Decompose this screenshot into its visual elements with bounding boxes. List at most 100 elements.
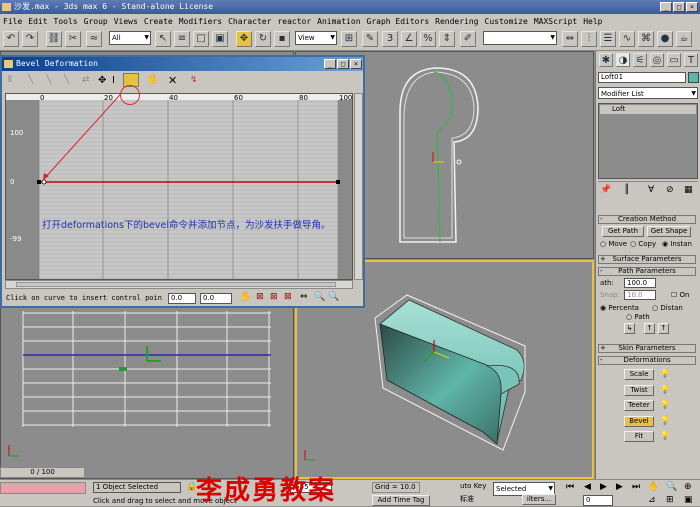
fit-toggle-icon[interactable]: 💡 — [660, 431, 670, 440]
previous-shape-icon[interactable]: ↑ — [644, 323, 655, 334]
twist-toggle-icon[interactable]: 💡 — [660, 385, 670, 394]
undo-icon[interactable]: ↶ — [3, 31, 19, 47]
rollout-deformations[interactable]: - Deformations — [598, 356, 696, 365]
zoom-vertical-icon[interactable]: ⊠ — [284, 292, 292, 302]
select-link-icon[interactable]: ⛓ — [46, 31, 62, 47]
teeter-deform-button[interactable]: Teeter — [624, 400, 654, 411]
pan-icon[interactable]: ✋ — [240, 292, 251, 302]
field-of-view-icon[interactable]: ⊿ — [648, 495, 656, 505]
menu-character[interactable]: Character — [228, 17, 271, 26]
maxscript-listener-mini[interactable] — [0, 482, 86, 494]
modify-tab-icon[interactable]: ◑ — [616, 53, 630, 67]
object-name-field[interactable]: Loft01 — [598, 72, 686, 83]
select-and-move-icon[interactable]: ✥ — [236, 31, 252, 47]
edit-bevel-icon[interactable]: ↯ — [190, 75, 198, 85]
mirror-icon[interactable]: ⇔ — [562, 31, 578, 47]
bevel-close-button[interactable]: × — [350, 59, 362, 69]
scale-deform-button[interactable]: Scale — [624, 369, 654, 380]
menu-help[interactable]: Help — [583, 17, 602, 26]
key-filters-button[interactable]: ilters... — [522, 494, 556, 505]
zoom-horizontal-extents-icon[interactable]: ⇔ — [300, 292, 308, 302]
auto-key-button[interactable]: uto Key — [460, 482, 486, 490]
modifier-list-dropdown[interactable]: Modifier List — [598, 87, 698, 100]
menu-views[interactable]: Views — [114, 17, 138, 26]
redo-icon[interactable]: ↷ — [22, 31, 38, 47]
menu-file[interactable]: File — [3, 17, 22, 26]
go-to-start-icon[interactable]: ⏮ — [566, 482, 574, 492]
swap-curves-icon[interactable]: ⇄ — [82, 75, 90, 85]
time-slider[interactable]: 0 / 100 — [0, 467, 85, 478]
move-control-point-icon[interactable]: ✥ — [98, 75, 106, 86]
delete-control-point-icon[interactable]: 🖐 — [147, 75, 158, 85]
radio-distance[interactable]: ○ Distan — [652, 304, 683, 312]
rollout-creation-method[interactable]: - Creation Method — [598, 215, 696, 224]
object-color-swatch[interactable] — [688, 72, 699, 83]
zoom-region-icon[interactable]: 🔍 — [328, 292, 339, 302]
fit-deform-button[interactable]: Fit — [624, 431, 654, 442]
make-unique-icon[interactable]: ∀ — [648, 185, 654, 195]
menu-maxscript[interactable]: MAXScript — [534, 17, 577, 26]
radio-move[interactable]: ○ Move — [600, 240, 627, 248]
select-and-scale-icon[interactable]: ▪ — [274, 31, 290, 47]
radio-copy[interactable]: ○ Copy — [630, 240, 656, 248]
point-x-field[interactable]: 0.0 — [168, 293, 196, 304]
menu-edit[interactable]: Edit — [28, 17, 47, 26]
teeter-toggle-icon[interactable]: 💡 — [660, 400, 670, 409]
scale-toggle-icon[interactable]: 💡 — [660, 369, 670, 378]
stack-item-loft[interactable]: Loft — [600, 105, 696, 114]
menu-group[interactable]: Group — [84, 17, 108, 26]
next-frame-icon[interactable]: ▶ — [616, 482, 623, 492]
curve-editor-icon[interactable]: ∿ — [619, 31, 635, 47]
zoom-horizontal-icon[interactable]: ⊠ — [270, 292, 278, 302]
scale-control-point-icon[interactable]: I — [112, 75, 115, 86]
add-time-tag-button[interactable]: Add Time Tag — [372, 495, 430, 506]
named-selection-dropdown[interactable] — [483, 31, 557, 45]
material-editor-icon[interactable]: ● — [657, 31, 673, 47]
bevel-toggle-icon[interactable]: 💡 — [660, 416, 670, 425]
path-value-field[interactable]: 100.0 — [624, 278, 656, 288]
bevel-maximize-button[interactable]: □ — [337, 59, 349, 69]
rollout-path-parameters[interactable]: - Path Parameters — [598, 267, 696, 276]
reset-curve-icon[interactable]: ✕ — [168, 74, 177, 87]
reference-coordinate-dropdown[interactable]: View — [295, 31, 337, 45]
create-tab-icon[interactable]: ✱ — [599, 53, 613, 67]
twist-deform-button[interactable]: Twist — [624, 385, 654, 396]
zoom-icon[interactable]: 🔍 — [314, 292, 325, 302]
menu-customize[interactable]: Customize — [485, 17, 528, 26]
select-by-name-icon[interactable]: ≡ — [174, 31, 190, 47]
bind-space-warp-icon[interactable]: ≈ — [86, 31, 102, 47]
layer-manager-icon[interactable]: ☰ — [600, 31, 616, 47]
snap-on-checkbox[interactable]: ☐ On — [671, 291, 689, 299]
select-and-rotate-icon[interactable]: ↻ — [255, 31, 271, 47]
angle-snap-icon[interactable]: ∠ — [401, 31, 417, 47]
display-y-axis-icon[interactable]: ╲ — [46, 75, 51, 85]
bevel-deform-button[interactable]: Bevel — [624, 416, 654, 427]
rectangular-selection-icon[interactable]: □ — [193, 31, 209, 47]
show-end-result-icon[interactable]: ║ — [624, 185, 629, 195]
rollout-surface-parameters[interactable]: + Surface Parameters — [598, 255, 696, 264]
current-frame-field[interactable]: 0 — [583, 495, 613, 506]
radio-percentage[interactable]: ◉ Percenta — [600, 304, 639, 312]
minimize-button[interactable]: _ — [660, 2, 672, 12]
pin-stack-icon[interactable]: 📌 — [600, 185, 611, 195]
display-tab-icon[interactable]: ▭ — [667, 53, 681, 67]
display-x-axis-icon[interactable]: ╲ — [28, 75, 33, 85]
snap-value-field[interactable]: 10.0 — [624, 290, 656, 300]
configure-sets-icon[interactable]: ▦ — [684, 185, 693, 195]
close-button[interactable]: × — [686, 2, 698, 12]
get-path-button[interactable]: Get Path — [602, 226, 644, 237]
radio-path-steps[interactable]: ○ Path — [626, 313, 650, 321]
graph-vscrollbar[interactable] — [354, 93, 363, 280]
rollout-skin-parameters[interactable]: + Skin Parameters — [598, 344, 696, 353]
graph-hscrollbar[interactable] — [5, 280, 353, 289]
get-shape-button[interactable]: Get Shape — [647, 226, 691, 237]
hscroll-thumb[interactable] — [16, 282, 336, 287]
pivot-center-icon[interactable]: ⊞ — [341, 31, 357, 47]
make-symmetrical-icon[interactable]: ⫴ — [8, 75, 12, 85]
go-to-end-icon[interactable]: ⏭ — [632, 482, 640, 492]
next-shape-icon[interactable]: ↑ — [658, 323, 669, 334]
align-icon[interactable]: ⫶ — [581, 31, 597, 47]
menu-reactor[interactable]: reactor — [277, 17, 311, 26]
utilities-tab-icon[interactable]: T — [684, 53, 698, 67]
schematic-view-icon[interactable]: ⌘ — [638, 31, 654, 47]
